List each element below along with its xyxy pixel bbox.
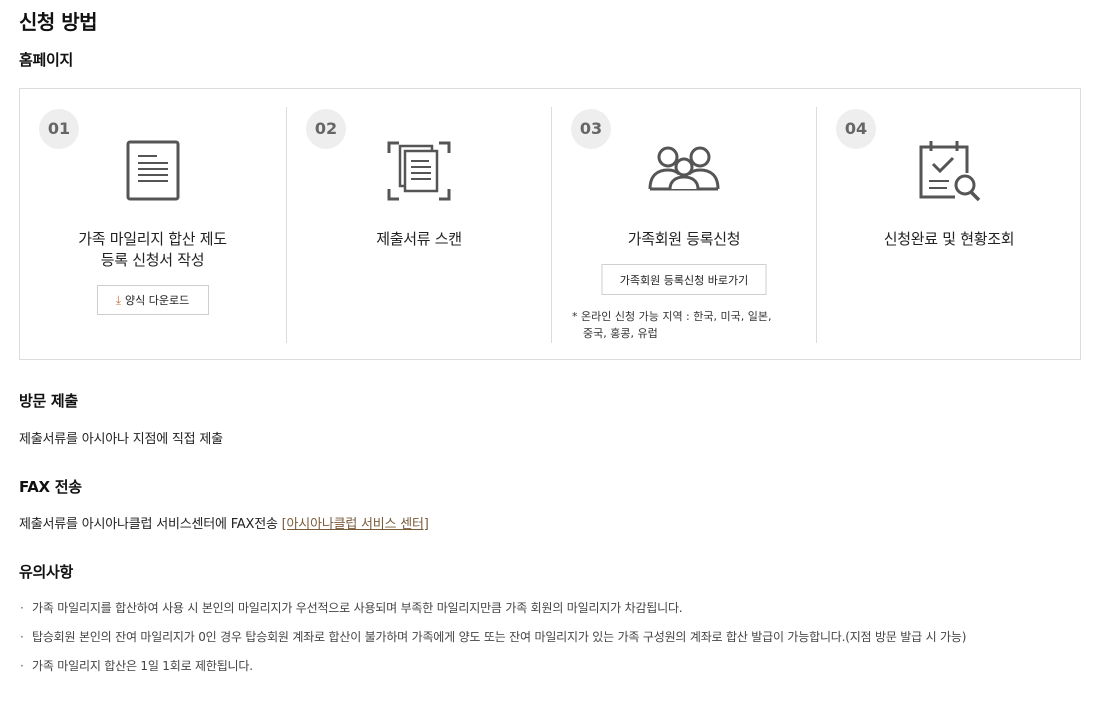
application-steps: 01 가족 마일리지 합산 제도 등록 신청서 작성 ⤓ 양식 다운로드 02 — [19, 88, 1081, 360]
visit-text: 제출서류를 아시아나 지점에 직접 제출 — [19, 432, 223, 447]
clipboard-check-search-icon — [911, 137, 987, 205]
step-1: 01 가족 마일리지 합산 제도 등록 신청서 작성 ⤓ 양식 다운로드 — [20, 107, 285, 343]
fax-text: 제출서류를 아시아나클럽 서비스센터에 FAX전송 — [19, 517, 278, 532]
step-title: 제출서류 스캔 — [376, 230, 462, 248]
step-number: 04 — [836, 109, 876, 149]
step-4: 04 신청완료 및 현황조회 — [816, 107, 1081, 343]
notice-item: 탑승회원 본인의 잔여 마일리지가 0인 경우 탑승회원 계좌로 합산이 불가하… — [19, 627, 1079, 647]
download-icon: ⤓ — [115, 292, 122, 307]
family-group-icon — [646, 137, 722, 205]
homepage-heading: 홈페이지 — [19, 51, 74, 69]
visit-heading: 방문 제출 — [19, 392, 78, 410]
notice-item: 가족 마일리지를 합산하여 사용 시 본인의 마일리지가 우선적으로 사용되며 … — [19, 598, 1079, 618]
page-title: 신청 방법 — [19, 10, 98, 34]
online-region-note: * 온라인 신청 가능 지역 : 한국, 미국, 일본, 중국, 홍콩, 유럽 — [572, 310, 772, 340]
scan-document-icon — [381, 137, 457, 205]
fax-heading: FAX 전송 — [19, 478, 82, 496]
step-title: 신청완료 및 현황조회 — [883, 230, 1015, 248]
document-form-icon — [115, 137, 191, 205]
step-number: 01 — [39, 109, 79, 149]
step-number: 02 — [306, 109, 346, 149]
form-download-button[interactable]: ⤓ 양식 다운로드 — [96, 285, 209, 315]
step-3: 03 가족회원 등록신청 가족회원 등록신청 바로가기 * 온라인 신청 가능 … — [551, 107, 816, 343]
fax-paragraph: 제출서류를 아시아나클럽 서비스센터에 FAX전송 [아시아나클럽 서비스 센터… — [19, 513, 429, 532]
notice-item: 가족 마일리지 합산은 1일 1회로 제한됩니다. — [19, 656, 1079, 676]
form-download-label: 양식 다운로드 — [125, 294, 190, 307]
service-center-link[interactable]: [아시아나클럽 서비스 센터] — [282, 517, 429, 532]
family-registration-link-button[interactable]: 가족회원 등록신청 바로가기 — [601, 264, 767, 295]
step-title: 가족 마일리지 합산 제도 등록 신청서 작성 — [78, 230, 227, 269]
notice-list: 가족 마일리지를 합산하여 사용 시 본인의 마일리지가 우선적으로 사용되며 … — [19, 598, 1079, 685]
step-number: 03 — [571, 109, 611, 149]
step-2: 02 제출서류 스캔 — [286, 107, 551, 343]
notice-heading: 유의사항 — [19, 563, 74, 581]
step-title: 가족회원 등록신청 — [627, 230, 741, 248]
